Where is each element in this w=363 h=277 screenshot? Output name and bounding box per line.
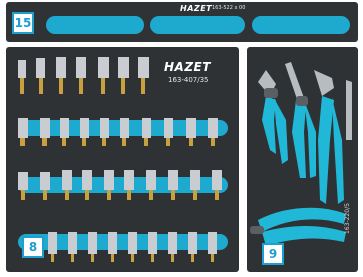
side-tool (346, 80, 352, 140)
top-slot-2 (150, 16, 245, 34)
top-slot-3 (252, 16, 350, 34)
top-tray-code: 163-522 x 00 (212, 5, 246, 11)
left-tray-code: 163-407/35 (168, 76, 209, 84)
top-tray-logo: HAZET (180, 4, 213, 13)
tray-8-badge: 8 (22, 236, 44, 258)
tool-tray-photo: 15 8 9 HAZET 163-522 x 00 HAZET 163-407/… (0, 0, 363, 277)
tray-15-badge: 15 (12, 12, 34, 34)
top-slot-1 (46, 16, 144, 34)
tray-9-badge: 9 (262, 243, 284, 265)
socket-row-4 (48, 232, 217, 262)
tray-illustration (6, 2, 358, 272)
right-tray-code: 163-220/5 (344, 203, 351, 234)
left-tray-logo: HAZET (164, 60, 211, 74)
